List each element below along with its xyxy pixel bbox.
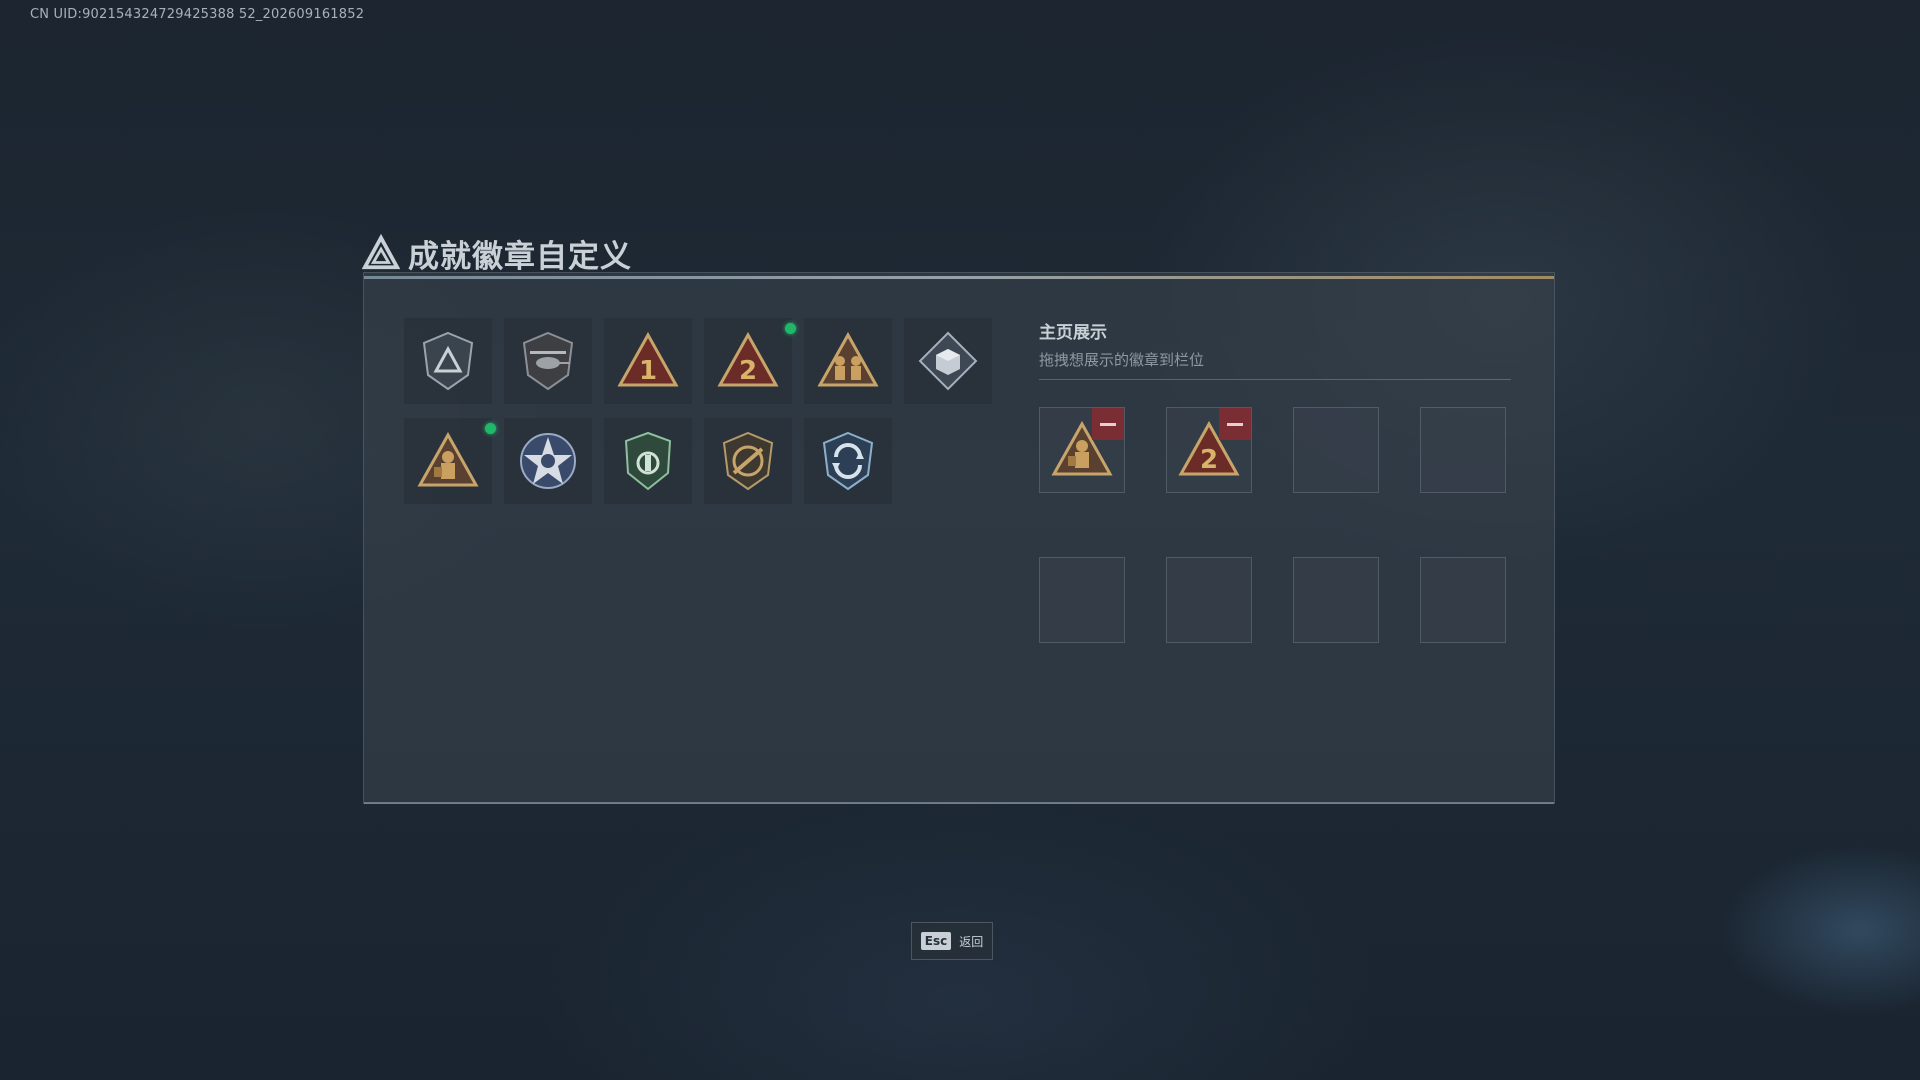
badge-cell[interactable]: 2: [704, 318, 796, 404]
back-label: 返回: [959, 934, 984, 949]
showcase-slot[interactable]: [1293, 407, 1379, 493]
selected-indicator: [785, 323, 796, 334]
diamond-cube-badge-icon: [918, 331, 978, 391]
green-shield-badge-icon: [624, 431, 672, 491]
svg-text:2: 2: [1200, 445, 1218, 475]
page-title: 成就徽章自定义: [408, 238, 632, 275]
uid-label: CN UID:902154324729425388 52_20260916185…: [30, 7, 365, 22]
rank-1-triangle-badge-icon: 1: [617, 331, 679, 387]
showcase-slot[interactable]: [1420, 557, 1506, 643]
star-skull-badge-icon: [520, 433, 576, 489]
badge-cell[interactable]: [604, 418, 692, 504]
minus-icon: [1227, 422, 1243, 426]
showcase-subtitle: 拖拽想展示的徽章到栏位: [1039, 351, 1205, 369]
back-button[interactable]: Esc 返回: [911, 922, 993, 960]
selected-indicator: [485, 423, 496, 434]
rank-2-triangle-badge-icon: 2: [717, 331, 779, 387]
showcase-slot[interactable]: [1293, 557, 1379, 643]
homepage-showcase: 主页展示 拖拽想展示的徽章到栏位 2: [1039, 318, 1511, 643]
showcase-slot[interactable]: [1166, 557, 1252, 643]
showcase-slot[interactable]: [1039, 557, 1125, 643]
panel-top-border: [364, 276, 1554, 279]
showcase-divider: [1039, 379, 1511, 380]
badge-cell[interactable]: [904, 318, 992, 404]
svg-text:2: 2: [739, 356, 757, 386]
rifle-shield-badge-icon: [722, 431, 774, 491]
showcase-slot[interactable]: [1039, 407, 1125, 493]
soldiers-triangle-badge-icon: [817, 331, 879, 387]
helicopter-badge-icon: [522, 331, 574, 391]
soldier-triangle-badge-icon: [417, 431, 479, 487]
badge-customize-panel: 1 2 主页展示 拖拽想展示的徽章到栏位 2: [363, 272, 1555, 804]
badge-cell[interactable]: [504, 318, 592, 404]
showcase-slots: 2: [1039, 407, 1506, 643]
page-header: 成就徽章自定义: [362, 230, 632, 276]
svg-text:1: 1: [639, 356, 657, 386]
badge-cell[interactable]: [504, 418, 592, 504]
delta-logo-icon: [362, 234, 400, 270]
badge-cell[interactable]: [804, 418, 892, 504]
remove-badge-button[interactable]: [1092, 408, 1124, 440]
badge-grid: 1 2: [404, 318, 992, 504]
showcase-title: 主页展示: [1039, 323, 1107, 343]
showcase-slot[interactable]: [1420, 407, 1506, 493]
badge-cell[interactable]: [804, 318, 892, 404]
showcase-slot[interactable]: 2: [1166, 407, 1252, 493]
panel-bottom-border: [364, 802, 1554, 804]
esc-key-hint: Esc: [920, 932, 952, 950]
arrows-shield-badge-icon: [822, 431, 874, 491]
badge-cell[interactable]: 1: [604, 318, 692, 404]
badge-cell[interactable]: [704, 418, 792, 504]
minus-icon: [1100, 422, 1116, 426]
badge-cell[interactable]: [404, 418, 496, 504]
badge-cell[interactable]: [404, 318, 492, 404]
remove-badge-button[interactable]: [1219, 408, 1251, 440]
delta-shield-badge-icon: [422, 331, 474, 391]
